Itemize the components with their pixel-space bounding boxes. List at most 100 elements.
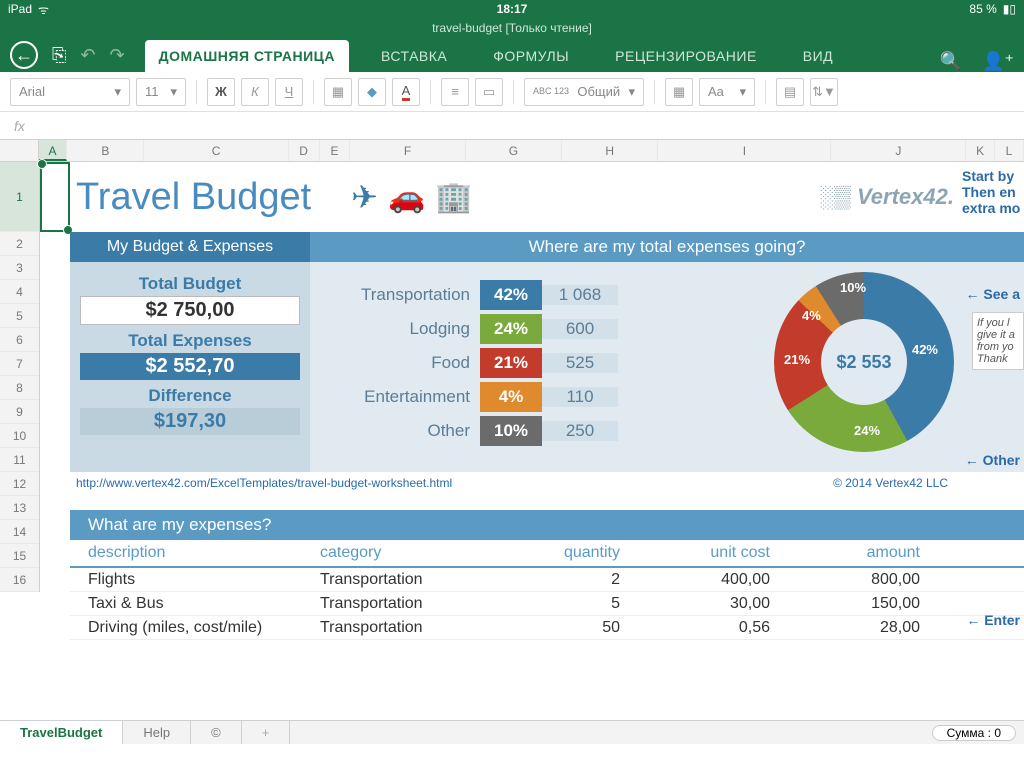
category-row-4: Other 10% 250 bbox=[340, 414, 618, 448]
cat-label: Food bbox=[340, 353, 480, 373]
font-color-button[interactable]: A bbox=[392, 78, 420, 106]
row-header-3[interactable]: 3 bbox=[0, 256, 39, 280]
ribbon: ← ⎘ ↶ ↷ ДОМАШНЯЯ СТРАНИЦА ВСТАВКА ФОРМУЛЫ Р… bbox=[0, 38, 1024, 72]
row-header-12[interactable]: 12 bbox=[0, 472, 39, 496]
col-header-F[interactable]: F bbox=[350, 140, 465, 161]
side-link-see[interactable]: ← See a bbox=[966, 286, 1020, 302]
bold-button[interactable]: Ж bbox=[207, 78, 235, 106]
redo-button[interactable]: ↷ bbox=[110, 45, 125, 66]
format-bar: Arial▾ 11▾ Ж К Ч ▦ ◆ A ≡ ▭ ABC 123Общий▾… bbox=[0, 72, 1024, 112]
cat-label: Entertainment bbox=[340, 387, 480, 407]
col-header-I[interactable]: I bbox=[658, 140, 831, 161]
fill-button[interactable]: ◆ bbox=[358, 78, 386, 106]
file-icon[interactable]: ⎘ bbox=[52, 45, 66, 66]
sheet-tab-2[interactable]: © bbox=[191, 721, 242, 745]
sheet-tab-1[interactable]: Help bbox=[123, 721, 191, 745]
number-format[interactable]: ABC 123Общий▾ bbox=[524, 78, 644, 106]
cat-label: Lodging bbox=[340, 319, 480, 339]
share-icon[interactable]: 👤⁺ bbox=[982, 51, 1014, 72]
exp-col-4: amount bbox=[770, 544, 920, 562]
col-header-E[interactable]: E bbox=[320, 140, 351, 161]
category-row-1: Lodging 24% 600 bbox=[340, 312, 618, 346]
device-label: iPad bbox=[8, 2, 32, 16]
side-link-enter[interactable]: ← Enter bbox=[966, 612, 1020, 628]
row-header-16[interactable]: 16 bbox=[0, 568, 39, 592]
add-sheet-button[interactable]: + bbox=[242, 721, 291, 745]
merge-button[interactable]: ▭ bbox=[475, 78, 503, 106]
expense-chart-header: Where are my total expenses going? bbox=[310, 232, 1024, 262]
cat-num: 250 bbox=[542, 421, 618, 441]
row-header-11[interactable]: 11 bbox=[0, 448, 39, 472]
donut-label-4: 10% bbox=[840, 280, 866, 295]
cat-num: 110 bbox=[542, 387, 618, 407]
back-button[interactable]: ← bbox=[10, 41, 38, 69]
status-sum: Сумма : 0 bbox=[932, 725, 1016, 741]
table-button[interactable]: ▦ bbox=[665, 78, 693, 106]
total-budget-value[interactable]: $2 750,00 bbox=[80, 296, 300, 325]
row-header-13[interactable]: 13 bbox=[0, 496, 39, 520]
col-header-L[interactable]: L bbox=[995, 140, 1024, 161]
border-button[interactable]: ▦ bbox=[324, 78, 352, 106]
row-header-15[interactable]: 15 bbox=[0, 544, 39, 568]
template-link[interactable]: http://www.vertex42.com/ExcelTemplates/t… bbox=[76, 476, 452, 490]
col-header-A[interactable]: A bbox=[39, 140, 68, 161]
budget-panel: My Budget & Expenses Total Budget $2 750… bbox=[70, 232, 310, 472]
clock: 18:17 bbox=[497, 2, 528, 16]
italic-button[interactable]: К bbox=[241, 78, 269, 106]
formula-bar[interactable]: fx bbox=[0, 112, 1024, 140]
insert-button[interactable]: ▤ bbox=[776, 78, 804, 106]
row-header-2[interactable]: 2 bbox=[0, 232, 39, 256]
row-header-9[interactable]: 9 bbox=[0, 400, 39, 424]
underline-button[interactable]: Ч bbox=[275, 78, 303, 106]
side-link-other[interactable]: ← Other bbox=[965, 452, 1020, 468]
exp-row-0[interactable]: FlightsTransportation2400,00800,00 bbox=[70, 568, 1024, 592]
font-select[interactable]: Arial▾ bbox=[10, 78, 130, 106]
col-header-B[interactable]: B bbox=[67, 140, 144, 161]
exp-row-2[interactable]: Driving (miles, cost/mile)Transportation… bbox=[70, 616, 1024, 640]
ribbon-tab-2[interactable]: ФОРМУЛЫ bbox=[479, 40, 583, 72]
col-header-D[interactable]: D bbox=[289, 140, 320, 161]
donut-label-3: 4% bbox=[802, 308, 821, 323]
sort-filter-button[interactable]: ⇅▼ bbox=[810, 78, 838, 106]
donut-label-2: 21% bbox=[784, 352, 810, 367]
col-header-C[interactable]: C bbox=[144, 140, 288, 161]
row-header-6[interactable]: 6 bbox=[0, 328, 39, 352]
undo-button[interactable]: ↶ bbox=[80, 45, 95, 66]
ribbon-tab-3[interactable]: РЕЦЕНЗИРОВАНИЕ bbox=[601, 40, 771, 72]
ribbon-tab-1[interactable]: ВСТАВКА bbox=[367, 40, 461, 72]
sheet-tab-0[interactable]: TravelBudget bbox=[0, 721, 123, 745]
exp-col-2: quantity bbox=[520, 544, 620, 562]
exp-col-0: description bbox=[70, 544, 320, 562]
col-header-K[interactable]: K bbox=[966, 140, 995, 161]
row-header-4[interactable]: 4 bbox=[0, 280, 39, 304]
col-header-J[interactable]: J bbox=[831, 140, 966, 161]
font-size[interactable]: 11▾ bbox=[136, 78, 186, 106]
search-icon[interactable]: 🔍 bbox=[940, 51, 962, 72]
select-all-corner[interactable] bbox=[0, 140, 39, 161]
col-header-H[interactable]: H bbox=[562, 140, 658, 161]
row-header-8[interactable]: 8 bbox=[0, 376, 39, 400]
expenses-title: What are my expenses? bbox=[70, 510, 1024, 540]
exp-row-1[interactable]: Taxi & BusTransportation530,00150,00 bbox=[70, 592, 1024, 616]
cat-pct: 4% bbox=[480, 382, 542, 412]
side-hint: Start by Then en extra mo bbox=[962, 168, 1022, 216]
ribbon-tab-0[interactable]: ДОМАШНЯЯ СТРАНИЦА bbox=[145, 40, 349, 72]
cell-style[interactable]: Aa▾ bbox=[699, 78, 755, 106]
row-header-1[interactable]: 1 bbox=[0, 162, 39, 232]
row-header-14[interactable]: 14 bbox=[0, 520, 39, 544]
exp-col-1: category bbox=[320, 544, 520, 562]
row-header-10[interactable]: 10 bbox=[0, 424, 39, 448]
cat-num: 525 bbox=[542, 353, 618, 373]
donut-label-0: 42% bbox=[912, 342, 938, 357]
cat-pct: 42% bbox=[480, 280, 542, 310]
align-button[interactable]: ≡ bbox=[441, 78, 469, 106]
cat-pct: 21% bbox=[480, 348, 542, 378]
car-icon: 🚗 bbox=[388, 180, 425, 215]
row-header-7[interactable]: 7 bbox=[0, 352, 39, 376]
col-header-G[interactable]: G bbox=[466, 140, 562, 161]
ribbon-tab-4[interactable]: ВИД bbox=[789, 40, 847, 72]
row-header-5[interactable]: 5 bbox=[0, 304, 39, 328]
active-cell[interactable] bbox=[40, 162, 70, 232]
cat-num: 1 068 bbox=[542, 285, 618, 305]
battery-icon: ▮▯ bbox=[1003, 2, 1016, 16]
